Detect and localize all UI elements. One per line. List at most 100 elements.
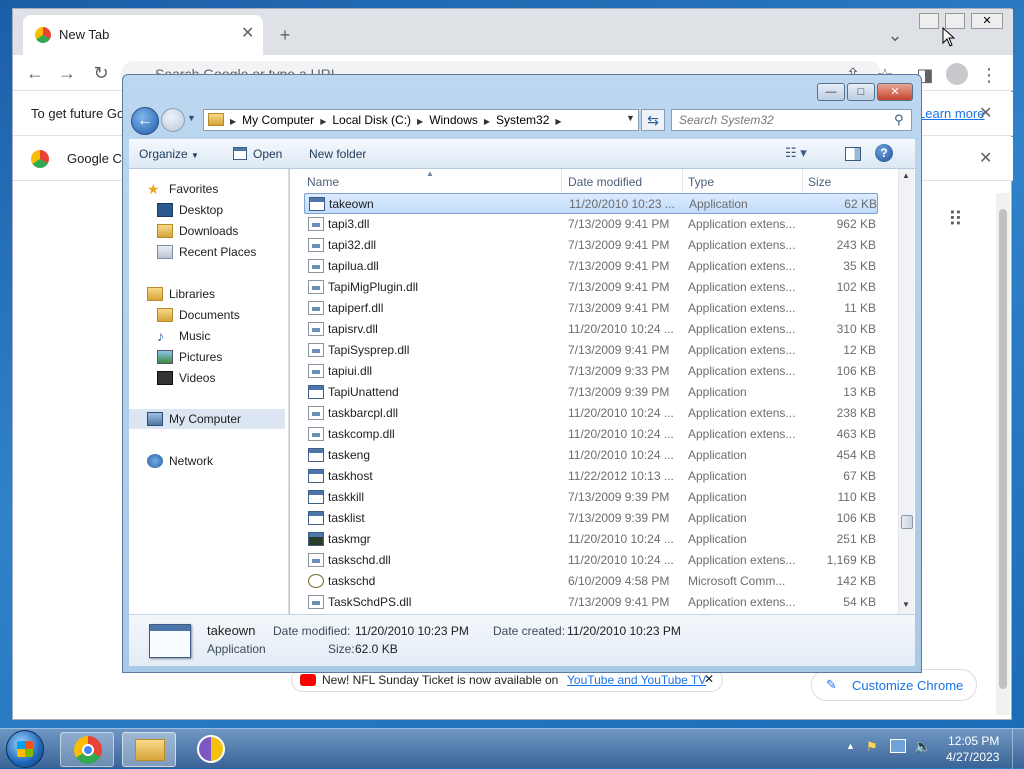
scroll-up-icon[interactable]: ▲ bbox=[902, 171, 910, 180]
file-row[interactable]: TapiSysprep.dll 7/13/2009 9:41 PM Applicat… bbox=[304, 340, 878, 361]
new-tab-icon[interactable]: + bbox=[273, 23, 297, 47]
reload-icon[interactable]: ↻ bbox=[89, 61, 113, 85]
clock-time[interactable]: 12:05 PM bbox=[948, 734, 999, 748]
chrome-menu-icon[interactable]: ⋮ bbox=[977, 63, 1001, 87]
action-center-icon[interactable]: ⚑ bbox=[866, 739, 878, 755]
customize-chrome-button[interactable]: ✎ Customize Chrome bbox=[811, 669, 977, 701]
google-apps-icon[interactable]: ⠿ bbox=[948, 207, 963, 232]
show-desktop-button[interactable] bbox=[1012, 729, 1024, 769]
file-list-scrollbar[interactable]: ▲ ▼ bbox=[898, 169, 914, 614]
sync-banner-close-icon[interactable]: ✕ bbox=[979, 103, 992, 123]
file-row[interactable]: tapiui.dll 7/13/2009 9:33 PM Application e… bbox=[304, 361, 878, 382]
network-tray-icon[interactable] bbox=[890, 739, 906, 753]
taskbar-app-button[interactable] bbox=[184, 732, 238, 767]
file-row[interactable]: tapi32.dll 7/13/2009 9:41 PM Application e… bbox=[304, 235, 878, 256]
nav-pictures[interactable]: Pictures bbox=[157, 347, 222, 367]
file-row[interactable]: takeown 11/20/2010 10:23 ... Application 62… bbox=[304, 193, 878, 214]
file-row[interactable]: TaskSchdPS.dll 7/13/2009 9:41 PM Applicati… bbox=[304, 592, 878, 613]
tab-search-chevron-icon[interactable]: ⌄ bbox=[883, 23, 907, 47]
chrome-close-icon[interactable]: ✕ bbox=[971, 13, 1003, 29]
application-icon bbox=[308, 469, 324, 483]
nav-recent-places[interactable]: Recent Places bbox=[157, 242, 256, 262]
preview-pane-icon[interactable] bbox=[845, 147, 861, 161]
file-row[interactable]: tapilua.dll 7/13/2009 9:41 PM Application … bbox=[304, 256, 878, 277]
promo-link[interactable]: YouTube and YouTube TV bbox=[567, 673, 706, 687]
breadcrumb-arrow-icon[interactable]: ▶ bbox=[484, 117, 490, 126]
nav-music[interactable]: ♪ Music bbox=[157, 326, 210, 346]
chrome-minimize-icon[interactable] bbox=[919, 13, 939, 29]
new-folder-button[interactable]: New folder bbox=[309, 147, 366, 161]
profile-avatar-icon[interactable] bbox=[946, 63, 968, 85]
file-row[interactable]: taskmgr 11/20/2010 10:24 ... Application 25… bbox=[304, 529, 878, 550]
file-row[interactable]: taskeng 11/20/2010 10:24 ... Application 45… bbox=[304, 445, 878, 466]
file-date-modified: 7/13/2009 9:41 PM bbox=[568, 595, 670, 609]
explorer-close-icon[interactable]: ✕ bbox=[877, 83, 913, 101]
breadcrumb-arrow-icon[interactable]: ▶ bbox=[320, 117, 326, 126]
learn-more-link[interactable]: Learn more bbox=[918, 106, 984, 121]
explorer-back-icon[interactable]: ← bbox=[131, 107, 159, 135]
file-row[interactable]: TapiUnattend 7/13/2009 9:39 PM Application… bbox=[304, 382, 878, 403]
default-browser-close-icon[interactable]: ✕ bbox=[979, 148, 992, 168]
customize-chrome-label: Customize Chrome bbox=[852, 678, 964, 693]
chrome-tab-title: New Tab bbox=[59, 27, 110, 42]
open-button[interactable]: Open bbox=[233, 147, 282, 161]
help-icon[interactable]: ? bbox=[875, 144, 893, 162]
file-size: 13 KB bbox=[843, 385, 876, 399]
volume-muted-icon[interactable]: 🔈 bbox=[914, 738, 931, 755]
taskbar-chrome-button[interactable] bbox=[60, 732, 114, 767]
nav-desktop[interactable]: Desktop bbox=[157, 200, 223, 220]
breadcrumb-item[interactable]: System32 bbox=[496, 113, 549, 127]
back-arrow-icon[interactable]: ← bbox=[23, 61, 47, 85]
nav-network[interactable]: Network bbox=[147, 451, 213, 471]
file-row[interactable]: TapiMigPlugin.dll 7/13/2009 9:41 PM Applic… bbox=[304, 277, 878, 298]
nav-downloads[interactable]: Downloads bbox=[157, 221, 238, 241]
recent-pages-chevron-icon[interactable]: ▼ bbox=[187, 113, 196, 123]
forward-arrow-icon[interactable]: → bbox=[55, 61, 79, 85]
file-row[interactable]: taskcomp.dll 11/20/2010 10:24 ... Applicat… bbox=[304, 424, 878, 445]
organize-button[interactable]: Organize ▼ bbox=[139, 147, 199, 161]
file-row[interactable]: tapiperf.dll 7/13/2009 9:41 PM Application… bbox=[304, 298, 878, 319]
explorer-forward-icon[interactable] bbox=[161, 108, 185, 132]
ntp-scrollbar[interactable] bbox=[996, 193, 1010, 715]
promo-close-icon[interactable]: ✕ bbox=[704, 672, 714, 686]
explorer-minimize-icon[interactable]: — bbox=[817, 83, 845, 101]
view-options-icon[interactable]: ☷ ▾ bbox=[785, 145, 807, 161]
address-history-chevron-icon[interactable]: ▼ bbox=[626, 113, 635, 123]
refresh-icon[interactable]: ⇆ bbox=[641, 109, 665, 131]
file-row[interactable]: taskkill 7/13/2009 9:39 PM Application 110 … bbox=[304, 487, 878, 508]
breadcrumb-arrow-icon[interactable]: ▶ bbox=[555, 117, 561, 126]
start-button[interactable] bbox=[6, 730, 44, 768]
file-row[interactable]: taskhost 11/22/2012 10:13 ... Application 6… bbox=[304, 466, 878, 487]
file-row[interactable]: taskschd 6/10/2009 4:58 PM Microsoft Comm.… bbox=[304, 571, 878, 592]
nav-documents[interactable]: Documents bbox=[157, 305, 240, 325]
dll-file-icon bbox=[308, 238, 324, 252]
breadcrumb-item[interactable]: Local Disk (C:) bbox=[332, 113, 411, 127]
breadcrumb-item[interactable]: Windows bbox=[429, 113, 478, 127]
breadcrumb-arrow-icon[interactable]: ▶ bbox=[417, 117, 423, 126]
file-row[interactable]: tasklist 7/13/2009 9:39 PM Application 106 … bbox=[304, 508, 878, 529]
show-hidden-icons-icon[interactable]: ▲ bbox=[846, 741, 855, 751]
file-date-modified: 11/20/2010 10:24 ... bbox=[568, 448, 674, 462]
taskbar-explorer-button[interactable] bbox=[122, 732, 176, 767]
search-input[interactable]: Search System32 ⚲ bbox=[671, 109, 912, 131]
nav-favorites[interactable]: ★ Favorites bbox=[147, 179, 218, 199]
close-tab-icon[interactable]: ✕ bbox=[241, 23, 254, 43]
chrome-tab-new-tab[interactable]: New Tab ✕ bbox=[23, 15, 263, 55]
address-bar[interactable]: ▶ My Computer ▶ Local Disk (C:) ▶ Windows ▶ Sys… bbox=[203, 109, 639, 131]
scroll-down-icon[interactable]: ▼ bbox=[902, 600, 910, 609]
clock-date[interactable]: 4/27/2023 bbox=[946, 750, 999, 764]
file-row[interactable]: tapi3.dll 7/13/2009 9:41 PM Application ex… bbox=[304, 214, 878, 235]
breadcrumb-arrow-icon[interactable]: ▶ bbox=[230, 117, 236, 126]
file-row[interactable]: taskschd.dll 11/20/2010 10:24 ... Applicat… bbox=[304, 550, 878, 571]
file-row[interactable]: taskbarcpl.dll 11/20/2010 10:24 ... Applic… bbox=[304, 403, 878, 424]
file-row[interactable]: tapisrv.dll 11/20/2010 10:24 ... Applicati… bbox=[304, 319, 878, 340]
ntp-scroll-thumb[interactable] bbox=[999, 209, 1007, 689]
nav-libraries[interactable]: Libraries bbox=[147, 284, 215, 304]
nav-videos[interactable]: Videos bbox=[157, 368, 215, 388]
breadcrumb-item[interactable]: My Computer bbox=[242, 113, 314, 127]
search-icon[interactable]: ⚲ bbox=[894, 112, 904, 128]
nav-my-computer[interactable]: My Computer bbox=[129, 409, 285, 429]
file-list-scroll-thumb[interactable] bbox=[901, 515, 913, 529]
explorer-maximize-icon[interactable]: □ bbox=[847, 83, 875, 101]
taskbar: ▲ ⚑ 🔈 12:05 PM 4/27/2023 bbox=[0, 728, 1024, 769]
